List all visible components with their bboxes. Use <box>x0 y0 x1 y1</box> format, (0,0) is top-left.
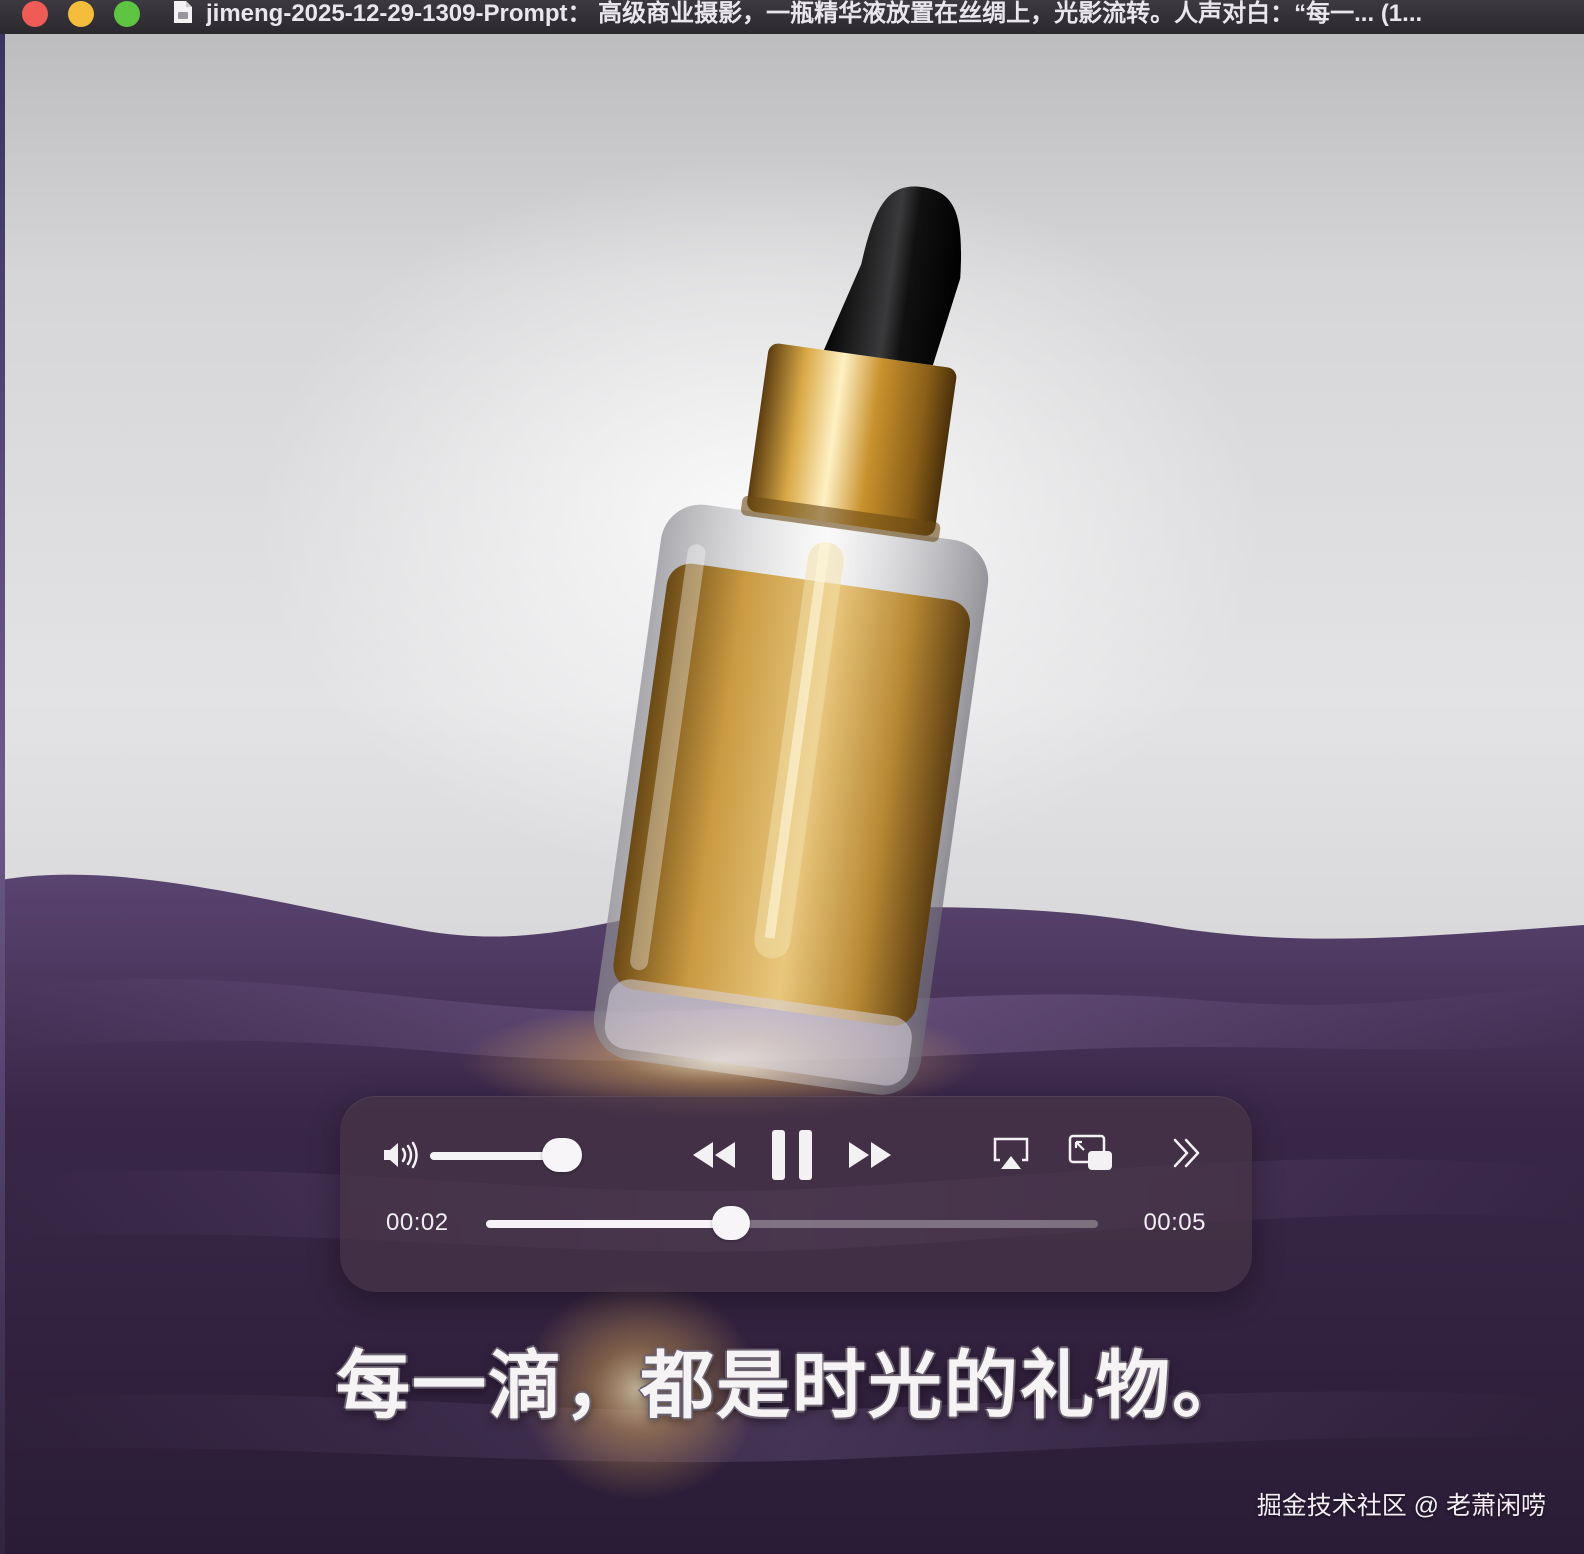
fast-forward-icon[interactable] <box>846 1138 894 1172</box>
window-title: jimeng-2025-12-29-1309-Prompt： 高级商业摄影，一瓶… <box>206 0 1423 27</box>
volume-slider[interactable] <box>430 1136 590 1176</box>
elapsed-time: 00:02 <box>386 1209 449 1236</box>
document-icon <box>174 1 192 23</box>
watermark: 掘金技术社区 @ 老萧闲唠 <box>1256 1492 1546 1520</box>
double-chevron-right-icon[interactable] <box>1170 1136 1204 1170</box>
rewind-icon[interactable] <box>690 1138 738 1172</box>
video-frame[interactable] <box>0 0 1584 1554</box>
airplay-icon[interactable] <box>992 1136 1030 1172</box>
minimize-button[interactable] <box>68 1 94 27</box>
pause-icon[interactable] <box>770 1128 814 1182</box>
progress-fill <box>486 1220 731 1228</box>
video-player-window: jimeng-2025-12-29-1309-Prompt： 高级商业摄影，一瓶… <box>0 0 1584 1554</box>
speaker-volume-icon[interactable] <box>382 1140 420 1170</box>
progress-slider[interactable] <box>486 1204 1098 1244</box>
volume-knob[interactable] <box>542 1138 582 1172</box>
player-controls: 00:02 00:05 <box>340 1096 1252 1292</box>
close-button[interactable] <box>22 1 48 27</box>
progress-knob[interactable] <box>711 1206 750 1240</box>
picture-in-picture-icon[interactable] <box>1068 1134 1114 1172</box>
zoom-button[interactable] <box>114 1 140 27</box>
total-time: 00:05 <box>1143 1209 1206 1236</box>
title-bar[interactable]: jimeng-2025-12-29-1309-Prompt： 高级商业摄影，一瓶… <box>0 0 1584 34</box>
video-subtitle: 每一滴，都是时光的礼物。 <box>336 1344 1248 1427</box>
serum-bottle-scene <box>0 186 1584 1554</box>
